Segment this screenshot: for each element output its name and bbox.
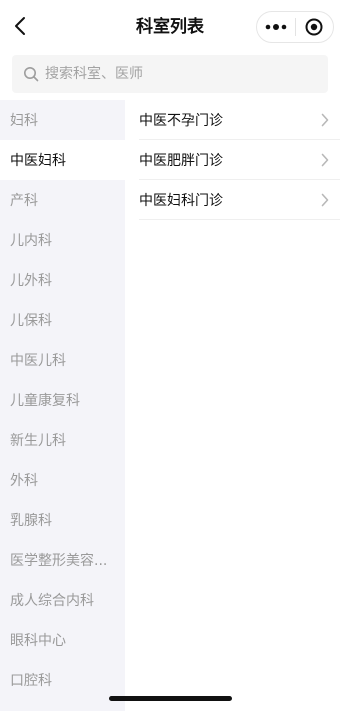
list-item[interactable]: 中医肥胖门诊 — [139, 140, 340, 180]
sidebar-item-tcm-gynecology[interactable]: 中医妇科 — [0, 140, 125, 180]
close-miniprogram-button[interactable] — [295, 12, 333, 42]
sidebar-item-breast[interactable]: 乳腺科 — [0, 500, 125, 540]
list-item[interactable]: 中医妇科门诊 — [139, 180, 340, 220]
sidebar-item-ophthalmology[interactable]: 眼科中心 — [0, 620, 125, 660]
clinic-label: 中医肥胖门诊 — [139, 152, 223, 169]
chevron-right-icon — [320, 112, 330, 128]
sidebar-item-obstetrics[interactable]: 产科 — [0, 180, 125, 220]
sidebar-item-dental[interactable]: 口腔科 — [0, 660, 125, 700]
sidebar-item-child-health[interactable]: 儿保科 — [0, 300, 125, 340]
sidebar-item-label: 中医妇科 — [10, 153, 66, 169]
sidebar-item-label: 新生儿科 — [10, 433, 66, 449]
sidebar-item-label: 乳腺科 — [10, 513, 52, 529]
sidebar-item-cosmetic[interactable]: 医学整形美容... — [0, 540, 125, 580]
chevron-left-icon — [15, 17, 25, 35]
sidebar-item-label: 产科 — [10, 193, 38, 209]
sidebar-item-surgery[interactable]: 外科 — [0, 460, 125, 500]
sidebar-item-label: 口腔科 — [10, 673, 52, 689]
sidebar-item-tcm-pediatrics[interactable]: 中医儿科 — [0, 340, 125, 380]
search-icon — [23, 66, 39, 82]
search-placeholder: 搜索科室、医师 — [45, 66, 143, 82]
sidebar-item-label: 儿童康复科 — [10, 393, 80, 409]
sidebar-item-label: 儿保科 — [10, 313, 52, 329]
chevron-right-icon — [320, 192, 330, 208]
clinic-label: 中医不孕门诊 — [139, 112, 223, 129]
sidebar-item-pediatric-internal[interactable]: 儿内科 — [0, 220, 125, 260]
department-list-page: 科室列表 搜索科室、医师 妇科 中医妇科 产科 儿内科 儿外科 儿保科 中医儿科… — [0, 0, 340, 711]
clinic-label: 中医妇科门诊 — [139, 192, 223, 209]
chevron-right-icon — [320, 152, 330, 168]
sidebar-item-label: 成人综合内科 — [10, 593, 94, 609]
list-item[interactable]: 中医不孕门诊 — [139, 100, 340, 140]
sidebar-item-label: 中医儿科 — [10, 353, 66, 369]
mini-program-capsule — [256, 11, 334, 43]
sidebar-item-adult-internal[interactable]: 成人综合内科 — [0, 580, 125, 620]
sidebar-item-label: 眼科中心 — [10, 633, 66, 649]
sidebar-item-pediatric-surgery[interactable]: 儿外科 — [0, 260, 125, 300]
sidebar-item-child-rehab[interactable]: 儿童康复科 — [0, 380, 125, 420]
nav-bar: 科室列表 — [0, 0, 340, 54]
target-circle-icon — [305, 18, 323, 36]
department-sidebar: 妇科 中医妇科 产科 儿内科 儿外科 儿保科 中医儿科 儿童康复科 新生儿科 外… — [0, 100, 125, 711]
sidebar-item-label: 儿内科 — [10, 233, 52, 249]
clinic-list: 中医不孕门诊 中医肥胖门诊 中医妇科门诊 — [125, 100, 340, 220]
more-dots-icon — [265, 24, 287, 30]
search-input[interactable]: 搜索科室、医师 — [12, 55, 328, 93]
sidebar-item-label: 妇科 — [10, 113, 38, 129]
sidebar-item-gynecology[interactable]: 妇科 — [0, 100, 125, 140]
sidebar-item-neonatology[interactable]: 新生儿科 — [0, 420, 125, 460]
more-button[interactable] — [257, 12, 295, 42]
sidebar-item-label: 医学整形美容... — [10, 553, 108, 569]
home-indicator — [109, 696, 232, 701]
back-button[interactable] — [6, 12, 34, 40]
sidebar-item-label: 儿外科 — [10, 273, 52, 289]
sidebar-item-label: 外科 — [10, 473, 38, 489]
